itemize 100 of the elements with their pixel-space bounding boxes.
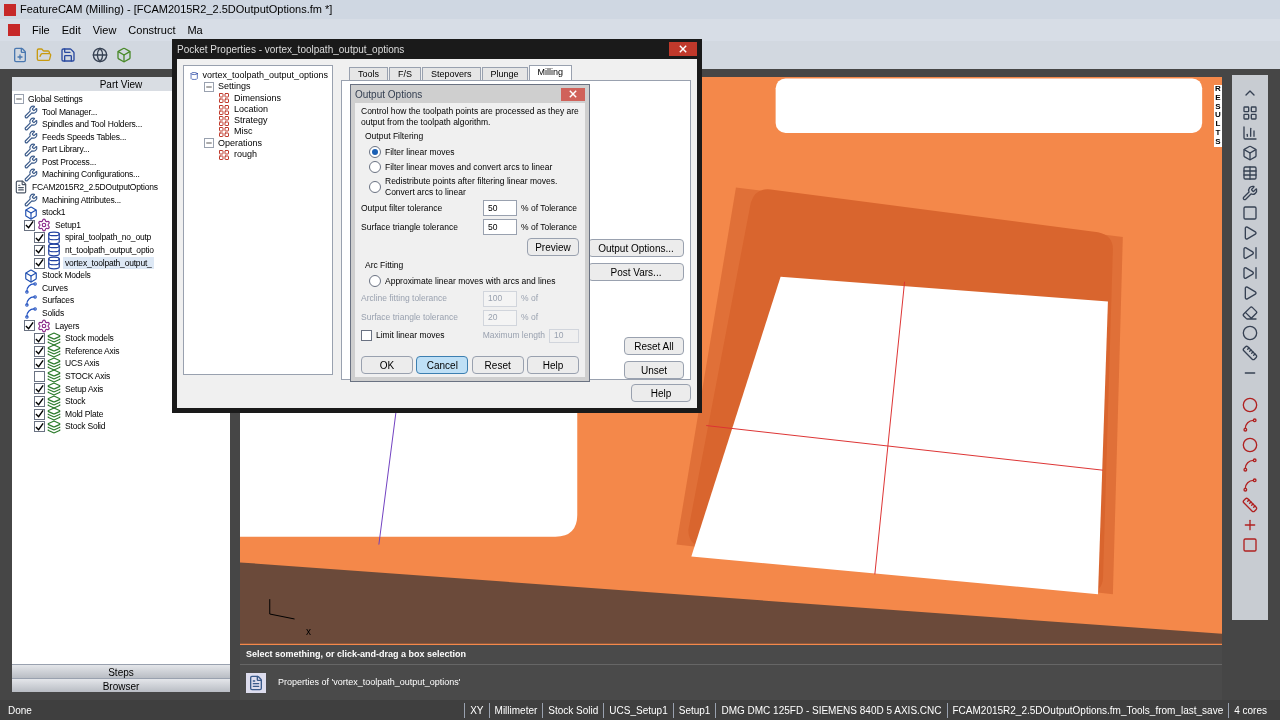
checkbox[interactable] [34,370,45,382]
tree-item[interactable]: Stock models [63,332,116,345]
save-icon[interactable] [60,47,76,63]
close-icon[interactable] [561,87,585,101]
checkbox-label[interactable]: Limit linear moves [376,329,445,343]
dialog-button[interactable]: OK [361,356,413,374]
collapse-icon[interactable] [204,81,214,92]
tree-item[interactable]: Stock Models [40,269,93,282]
tab[interactable]: Plunge [481,67,528,80]
checkbox[interactable] [34,383,45,395]
radio-button[interactable] [369,180,381,193]
dialog-button[interactable]: Preview [527,238,579,257]
dialog-button[interactable]: Cancel [416,356,469,374]
tab[interactable]: Tools [349,67,388,80]
tree-item[interactable]: Part Library... [40,143,92,157]
tree-item[interactable]: Surfaces [40,294,76,308]
tree-item[interactable]: FCAM2015R2_2.5DOutputOptions [30,181,160,194]
option-label[interactable]: Approximate linear moves with arcs and lines [385,275,556,288]
checkbox[interactable] [34,257,45,269]
tool-icon[interactable] [1242,397,1258,413]
tool-icon[interactable] [1242,225,1258,241]
tool-icon[interactable] [1242,517,1258,533]
tool-icon[interactable] [1242,417,1258,433]
tree-item[interactable]: Layers [53,319,82,333]
tool-icon[interactable] [1242,205,1258,221]
panel-tab[interactable]: Browser [12,678,230,692]
tab[interactable]: F/S [389,67,422,80]
tool-icon[interactable] [1242,437,1258,453]
tool-icon[interactable] [1242,345,1258,361]
checkbox[interactable] [361,330,372,342]
collapse-icon[interactable] [14,94,24,105]
tree-item[interactable]: Reference Axis [63,344,122,358]
tool-icon[interactable] [1242,457,1258,473]
checkbox[interactable] [34,232,45,244]
option-label[interactable]: Filter linear moves and convert arcs to linear [385,161,553,173]
tool-icon[interactable] [1242,165,1258,181]
tree-item[interactable]: Machining Attributes... [40,193,124,207]
tolerance-field[interactable]: 50 [483,219,517,236]
tree-item[interactable]: Spindles and Tool Holders... [40,118,145,131]
dialog-button[interactable]: Output Options... [588,239,684,257]
checkbox[interactable] [34,244,45,256]
tab[interactable]: Stepovers [422,67,481,80]
tool-icon[interactable] [1242,477,1258,493]
tolerance-field[interactable]: 50 [483,200,517,217]
option-label[interactable]: Redistribute points after filtering linear moves. Convert arcs to linear [385,176,579,198]
tab[interactable]: Milling [528,65,573,80]
close-icon[interactable] [669,42,697,56]
tool-icon[interactable] [1242,145,1258,161]
checkbox[interactable] [34,333,45,345]
tree-item[interactable]: Machining Configurations... [40,168,142,182]
collapse-icon[interactable] [204,138,214,149]
tool-icon[interactable] [1242,325,1258,341]
menu-item[interactable]: Ma [187,21,203,39]
menu-item[interactable]: Edit [61,21,81,39]
checkbox[interactable] [34,358,45,370]
tree-item[interactable]: stock1 [40,206,68,219]
menu-item[interactable]: Construct [128,21,176,39]
tree-item[interactable]: nt_toolpath_output_optio [63,244,156,257]
tree-item[interactable]: Setup Axis [63,382,106,396]
tree-item[interactable]: Stock [63,395,88,408]
tree-item[interactable]: Mold Plate [63,407,106,421]
option-label[interactable]: Filter linear moves [385,146,455,158]
tree-item[interactable]: Tool Manager... [40,105,100,119]
tool-icon[interactable] [1242,305,1258,321]
tree-item[interactable]: Setup1 [53,218,83,232]
tool-icon[interactable] [1242,245,1258,261]
dialog-button[interactable]: Help [527,356,579,374]
tree-item[interactable]: Post Process... [40,155,99,169]
tool-icon[interactable] [1242,537,1258,553]
tool-icon[interactable] [1242,185,1258,201]
tool-icon[interactable] [1242,497,1258,513]
checkbox[interactable] [34,396,45,408]
checkbox[interactable] [34,408,45,420]
menu-item[interactable]: File [32,21,50,39]
tree-item[interactable]: Solids [40,307,66,320]
tree-item[interactable]: Global Settings [26,92,85,106]
checkbox[interactable] [24,320,35,332]
checkbox[interactable] [34,421,45,433]
tool-icon[interactable] [1242,285,1258,301]
tree-item[interactable]: Stock Solid [63,420,108,434]
checkbox[interactable] [34,345,45,357]
tool-icon[interactable] [1242,125,1258,141]
tool-icon[interactable] [1242,105,1258,121]
globe-icon[interactable] [92,47,108,63]
cube-icon[interactable] [116,47,132,63]
tree-item[interactable]: vortex_toolpath_output_ [63,256,154,270]
panel-tab[interactable]: Steps [12,664,230,678]
results-tab[interactable]: RESULTS [1214,85,1222,147]
tree-item[interactable]: Curves [40,281,70,295]
dialog-button[interactable]: Post Vars... [588,263,684,281]
tree-item[interactable]: STOCK Axis [63,370,113,383]
radio-button[interactable] [369,161,381,173]
dialog-button[interactable]: Unset [624,361,684,379]
tool-icon[interactable] [1242,265,1258,281]
menu-item[interactable]: View [92,21,117,39]
checkbox[interactable] [24,219,35,231]
new-file-icon[interactable] [12,47,28,63]
tree-item[interactable]: UCS Axis [63,357,102,371]
dialog-button[interactable]: Reset [471,356,524,374]
tree-item[interactable]: Feeds Speeds Tables... [40,130,129,144]
